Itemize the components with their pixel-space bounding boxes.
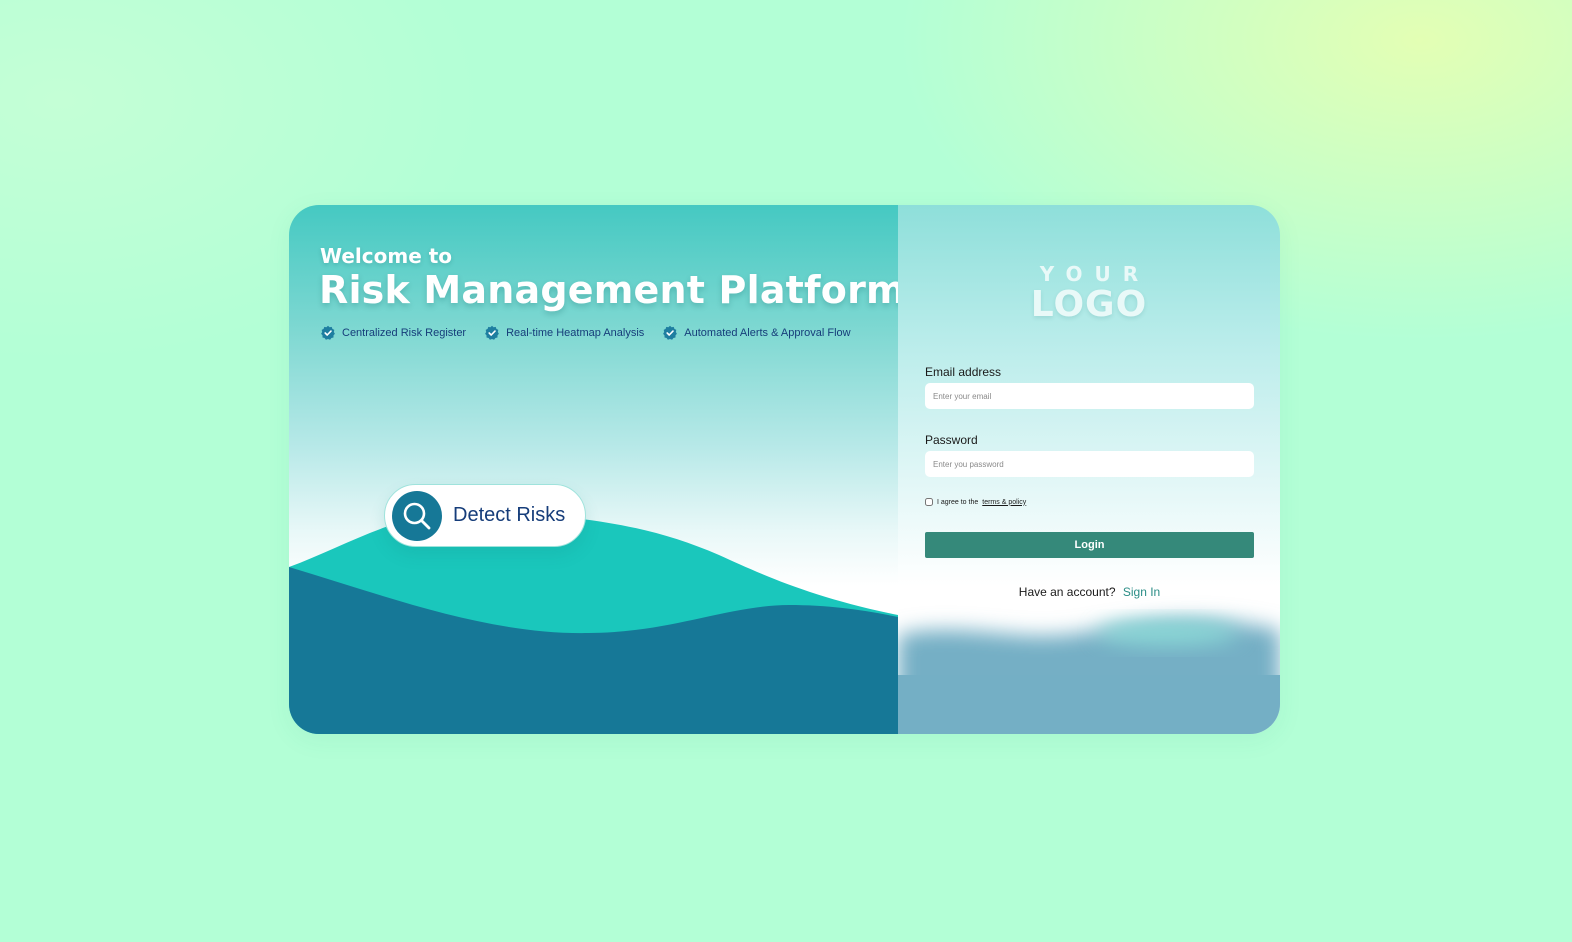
terms-agreement: I agree to the terms & policy xyxy=(925,498,1254,506)
search-icon xyxy=(392,490,442,541)
login-panel: YOUR LOGO Email address Password I agree… xyxy=(898,205,1280,734)
login-form: Email address Password I agree to the te… xyxy=(925,365,1254,599)
feature-label: Real-time Heatmap Analysis xyxy=(506,327,645,339)
page-title: Risk Management Platform xyxy=(319,268,898,312)
terms-policy-link[interactable]: terms & policy xyxy=(982,499,1026,506)
email-label: Email address xyxy=(925,365,1002,379)
detect-risks-button[interactable]: Detect Risks xyxy=(384,484,586,547)
feature-item-risk-register: Centralized Risk Register xyxy=(320,325,466,341)
terms-checkbox[interactable] xyxy=(925,498,933,506)
feature-item-alerts: Automated Alerts & Approval Flow xyxy=(662,325,851,341)
password-label: Password xyxy=(925,433,978,447)
brand-logo: YOUR LOGO xyxy=(898,262,1280,324)
sign-in-link[interactable]: Sign In xyxy=(1123,585,1160,599)
feature-label: Automated Alerts & Approval Flow xyxy=(684,327,851,339)
email-field[interactable] xyxy=(925,383,1254,409)
feature-item-heatmap: Real-time Heatmap Analysis xyxy=(484,325,644,341)
login-button[interactable]: Login xyxy=(925,532,1254,558)
login-card: Welcome to Risk Management Platform Cent… xyxy=(289,205,1280,734)
logo-line-top: YOUR xyxy=(1039,262,1151,286)
account-prompt: Have an account? Sign In xyxy=(925,585,1254,599)
feature-list: Centralized Risk Register Real-time Heat… xyxy=(320,325,851,341)
verified-check-icon xyxy=(485,325,500,340)
verified-check-icon xyxy=(663,325,678,340)
password-field[interactable] xyxy=(925,451,1254,477)
verified-check-icon xyxy=(321,325,335,340)
detect-risks-label: Detect Risks xyxy=(453,504,566,526)
terms-prefix: I agree to the xyxy=(937,498,979,506)
logo-line-bottom: LOGO xyxy=(1030,284,1148,325)
account-question: Have an account? xyxy=(1018,585,1116,599)
feature-label: Centralized Risk Register xyxy=(342,327,467,339)
hero-panel: Welcome to Risk Management Platform Cent… xyxy=(289,205,898,734)
